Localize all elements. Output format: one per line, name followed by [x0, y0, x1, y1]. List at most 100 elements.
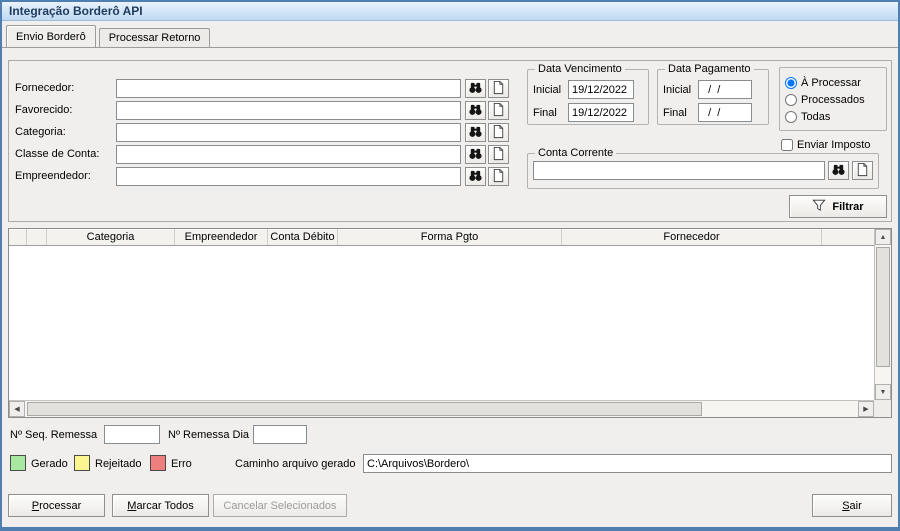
categoria-input[interactable]	[116, 123, 461, 142]
fornecedor-input[interactable]	[116, 79, 461, 98]
window-title: Integração Borderô API	[9, 4, 143, 18]
radio-todas-row[interactable]: Todas	[785, 110, 881, 123]
pagamento-inicial-input[interactable]	[698, 80, 752, 99]
grid-horizontal-scrollbar[interactable]: ◀ ▶	[9, 400, 874, 417]
processar-label: Processar	[31, 499, 82, 512]
radio-todas[interactable]	[785, 110, 797, 123]
vencimento-final-label: Final	[533, 106, 557, 119]
filter-panel: Fornecedor: Favorecido: Categoria: Class…	[8, 60, 892, 222]
tab-page-border	[2, 47, 898, 48]
favorecido-label: Favorecido:	[15, 104, 73, 116]
pagamento-inicial-label: Inicial	[663, 83, 692, 96]
empreendedor-input[interactable]	[116, 167, 461, 186]
tabstrip: Envio Borderô Processar Retorno	[6, 25, 211, 47]
seq-remessa-input[interactable]	[104, 425, 160, 444]
caminho-label: Caminho arquivo gerado	[235, 458, 356, 470]
empreendedor-row: Empreendedor:	[9, 167, 511, 187]
classe-conta-input[interactable]	[116, 145, 461, 164]
binoculars-icon	[468, 80, 483, 98]
fornecedor-search-button[interactable]	[465, 79, 486, 98]
radio-processados-row[interactable]: Processados	[785, 93, 881, 106]
new-document-icon	[491, 168, 506, 186]
gerado-label: Gerado	[31, 458, 68, 470]
radio-processados-label[interactable]: Processados	[801, 94, 865, 106]
favorecido-search-button[interactable]	[465, 101, 486, 120]
erro-label: Erro	[171, 458, 192, 470]
grid-col-forma-pgto[interactable]: Forma Pgto	[338, 229, 562, 245]
data-vencimento-title: Data Vencimento	[538, 63, 622, 75]
grid-col-select	[27, 229, 47, 245]
empreendedor-search-button[interactable]	[465, 167, 486, 186]
scroll-up-icon[interactable]: ▲	[875, 229, 891, 245]
titlebar[interactable]: Integração Borderô API	[2, 2, 898, 21]
vencimento-inicial-input[interactable]	[568, 80, 634, 99]
seq-remessa-label: Nº Seq. Remessa	[10, 429, 98, 441]
marcar-todos-button[interactable]: Marcar Todos	[112, 494, 209, 517]
grid-col-empreendedor[interactable]: Empreendedor	[175, 229, 268, 245]
scrollbar-corner	[874, 400, 891, 417]
grid-col-conta-debito[interactable]: Conta Débito	[268, 229, 338, 245]
grid-body[interactable]	[9, 246, 874, 400]
vertical-scroll-thumb[interactable]	[876, 247, 890, 367]
pagamento-final-input[interactable]	[698, 103, 752, 122]
app-window: Integração Borderô API Envio Borderô Pro…	[0, 0, 900, 531]
grid-col-indicator	[9, 229, 27, 245]
empreendedor-new-button[interactable]	[488, 167, 509, 186]
grid-vertical-scrollbar[interactable]: ▲ ▼	[874, 229, 891, 400]
funnel-icon	[812, 198, 827, 215]
binoculars-icon	[468, 124, 483, 142]
classe-conta-row: Classe de Conta:	[9, 145, 511, 165]
radio-a-processar[interactable]	[785, 76, 797, 89]
remessa-dia-input[interactable]	[253, 425, 307, 444]
data-pagamento-title: Data Pagamento	[668, 63, 751, 75]
conta-corrente-input[interactable]	[533, 161, 825, 180]
radio-processados[interactable]	[785, 93, 797, 106]
classe-conta-search-button[interactable]	[465, 145, 486, 164]
empreendedor-label: Empreendedor:	[15, 170, 91, 182]
marcar-todos-label: Marcar Todos	[127, 499, 194, 512]
conta-corrente-new-button[interactable]	[852, 161, 873, 180]
favorecido-row: Favorecido:	[9, 101, 511, 121]
radio-todas-label[interactable]: Todas	[801, 111, 830, 123]
scroll-right-icon[interactable]: ▶	[858, 401, 874, 417]
tab-envio-bordero[interactable]: Envio Borderô	[6, 25, 96, 47]
tab-envio-label: Envio Borderô	[16, 30, 86, 43]
favorecido-input[interactable]	[116, 101, 461, 120]
cancelar-selecionados-label: Cancelar Selecionados	[223, 499, 337, 512]
erro-swatch	[150, 455, 166, 471]
grid-col-categoria[interactable]: Categoria	[47, 229, 175, 245]
classe-conta-new-button[interactable]	[488, 145, 509, 164]
pagamento-final-label: Final	[663, 106, 687, 119]
scroll-down-icon[interactable]: ▼	[875, 384, 891, 400]
rejeitado-label: Rejeitado	[95, 458, 142, 470]
filtrar-label: Filtrar	[832, 200, 864, 213]
grid-col-filler	[822, 229, 874, 245]
rejeitado-swatch	[74, 455, 90, 471]
new-document-icon	[491, 102, 506, 120]
binoculars-icon	[468, 102, 483, 120]
caminho-input[interactable]	[363, 454, 892, 473]
filtrar-button[interactable]: Filtrar	[789, 195, 887, 218]
radio-a-processar-row[interactable]: À Processar	[785, 76, 881, 89]
categoria-label: Categoria:	[15, 126, 66, 138]
categoria-new-button[interactable]	[488, 123, 509, 142]
fornecedor-new-button[interactable]	[488, 79, 509, 98]
new-document-icon	[491, 80, 506, 98]
new-document-icon	[491, 146, 506, 164]
data-pagamento-group: Data Pagamento Inicial Final	[657, 63, 769, 125]
conta-corrente-search-button[interactable]	[828, 161, 849, 180]
data-vencimento-group: Data Vencimento Inicial Final	[527, 63, 649, 125]
horizontal-scroll-thumb[interactable]	[27, 402, 702, 416]
processar-button[interactable]: Processar	[8, 494, 105, 517]
conta-corrente-title: Conta Corrente	[538, 147, 614, 159]
radio-a-processar-label[interactable]: À Processar	[801, 77, 861, 89]
remessa-dia-label: Nº Remessa Dia	[168, 429, 250, 441]
sair-button[interactable]: Sair	[812, 494, 892, 517]
vencimento-final-input[interactable]	[568, 103, 634, 122]
tab-processar-retorno[interactable]: Processar Retorno	[98, 28, 211, 47]
favorecido-new-button[interactable]	[488, 101, 509, 120]
categoria-search-button[interactable]	[465, 123, 486, 142]
grid-header: Categoria Empreendedor Conta Débito Form…	[9, 229, 874, 246]
scroll-left-icon[interactable]: ◀	[9, 401, 25, 417]
grid-col-fornecedor[interactable]: Fornecedor	[562, 229, 822, 245]
